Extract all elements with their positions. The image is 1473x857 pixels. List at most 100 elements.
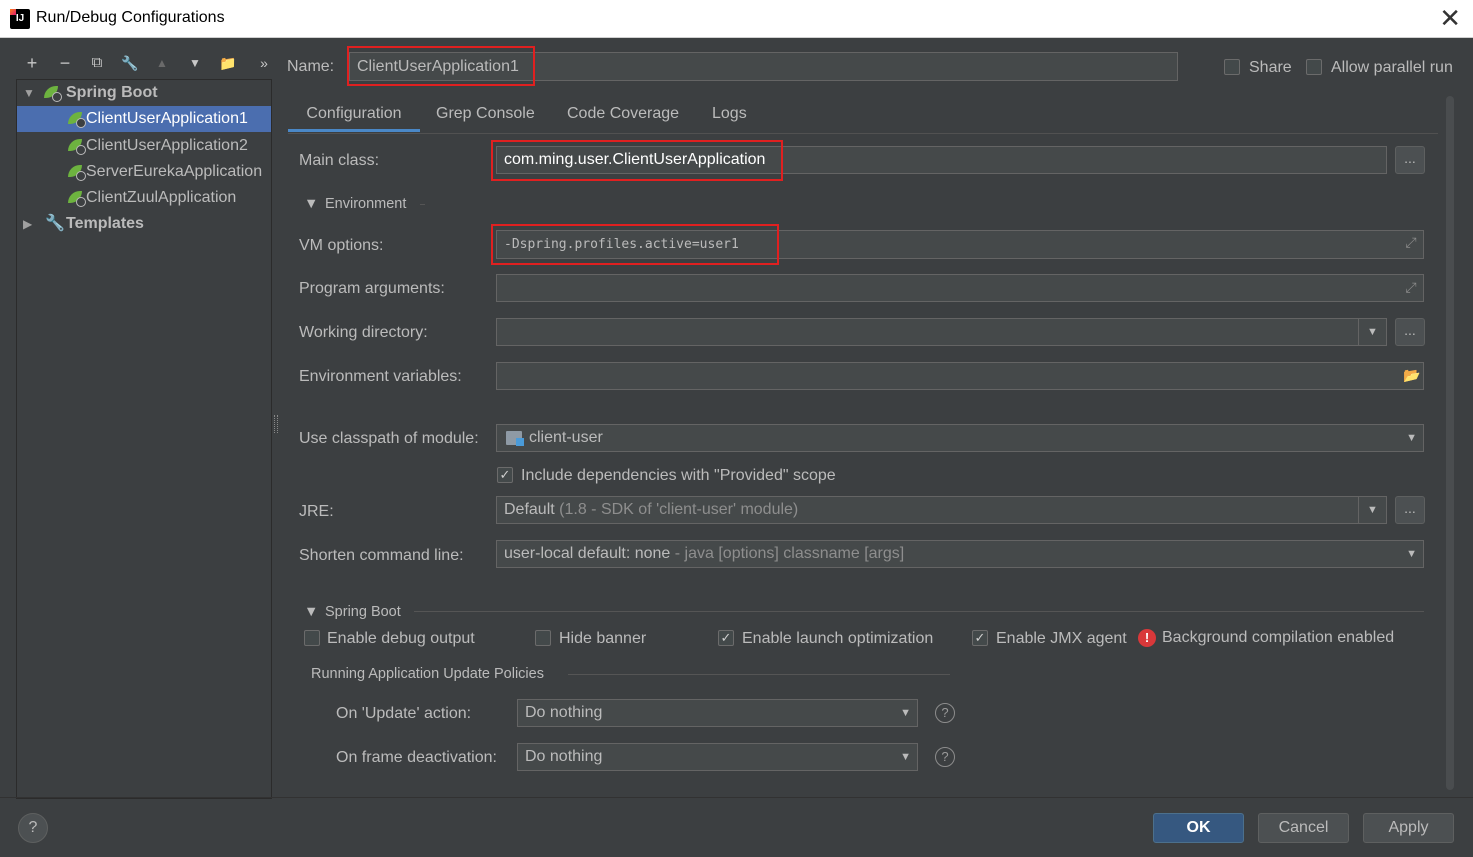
working-directory-input[interactable]: ▼ <box>496 318 1387 346</box>
help-button[interactable]: ? <box>18 813 48 843</box>
tab-code-coverage[interactable]: Code Coverage <box>567 100 679 132</box>
more-actions-icon[interactable]: » <box>253 52 275 74</box>
working-directory-browse-button[interactable]: ... <box>1395 318 1425 346</box>
chevron-down-icon[interactable]: ▼ <box>900 744 911 770</box>
move-up-icon[interactable]: ▲ <box>151 52 173 74</box>
spring-boot-collapse-icon[interactable]: ▼ <box>304 604 318 620</box>
tree-group-templates[interactable]: ▶ 🔧 Templates <box>17 211 271 237</box>
tree-item-label: ServerEurekaApplication <box>86 163 263 180</box>
enable-jmx-agent-label: Enable JMX agent <box>996 630 1127 647</box>
add-configuration-button[interactable]: + <box>21 52 43 74</box>
expand-icon[interactable]: ⤢ <box>1403 235 1419 251</box>
hide-banner-checkbox[interactable] <box>535 630 551 646</box>
folder-open-icon[interactable]: 📂 <box>1403 367 1420 383</box>
spring-boot-app-icon <box>67 138 86 155</box>
vm-options-value: -Dspring.profiles.active=user1 <box>504 237 739 252</box>
main-class-input[interactable]: com.ming.user.ClientUserApplication <box>496 146 1387 174</box>
on-frame-deactivation-label: On frame deactivation: <box>336 749 497 766</box>
chevron-down-icon[interactable]: ▼ <box>1406 425 1417 451</box>
copy-configuration-icon[interactable]: ⧉ <box>86 52 108 74</box>
on-update-action-value: Do nothing <box>525 704 603 721</box>
apply-button[interactable]: Apply <box>1363 813 1454 843</box>
background-compilation-label: Background compilation enabled <box>1162 629 1395 646</box>
spring-boot-icon <box>43 85 62 102</box>
spring-boot-app-icon <box>67 190 86 207</box>
window-title: Run/Debug Configurations <box>36 9 225 26</box>
jre-label: JRE: <box>299 503 334 520</box>
include-dependencies-label: Include dependencies with "Provided" sco… <box>521 467 836 484</box>
help-icon[interactable]: ? <box>935 703 955 723</box>
chevron-down-icon[interactable]: ▼ <box>1406 541 1417 567</box>
section-divider <box>420 204 425 205</box>
tree-item-clientuserapplication1[interactable]: ClientUserApplication1 <box>17 106 271 132</box>
spring-boot-section-title: Spring Boot <box>325 604 401 620</box>
on-update-action-label: On 'Update' action: <box>336 705 472 722</box>
cancel-button[interactable]: Cancel <box>1258 813 1349 843</box>
environment-section-title: Environment <box>325 196 407 212</box>
enable-jmx-agent-checkbox[interactable]: ✓ <box>972 630 988 646</box>
include-dependencies-checkbox[interactable]: ✓ <box>497 467 513 483</box>
tab-configuration[interactable]: Configuration <box>288 100 420 132</box>
tree-item-label: ClientUserApplication1 <box>86 110 248 127</box>
shorten-command-line-select[interactable]: user-local default: none - java [options… <box>496 540 1424 568</box>
tab-divider <box>288 133 1438 134</box>
splitter-handle[interactable] <box>274 415 278 433</box>
configuration-tree[interactable]: ▼ Spring Boot ClientUserApplication1 Cli… <box>16 79 272 799</box>
shorten-command-line-value: user-local default: none <box>504 545 671 562</box>
enable-launch-optimization-checkbox[interactable]: ✓ <box>718 630 734 646</box>
on-frame-deactivation-select[interactable]: Do nothing ▼ <box>517 743 918 771</box>
vm-options-input[interactable]: -Dspring.profiles.active=user1 ⤢ <box>496 230 1424 259</box>
working-directory-label: Working directory: <box>299 324 428 341</box>
wrench-icon: 🔧 <box>45 215 65 232</box>
chevron-down-icon[interactable]: ▼ <box>900 700 911 726</box>
chevron-down-icon[interactable]: ▼ <box>1358 319 1386 345</box>
main-class-label: Main class: <box>299 152 380 169</box>
share-checkbox[interactable] <box>1224 59 1240 75</box>
environment-variables-input[interactable]: 📂 <box>496 362 1424 390</box>
tree-item-clientzuulapplication[interactable]: ClientZuulApplication <box>17 185 271 211</box>
classpath-module-label: Use classpath of module: <box>299 430 479 447</box>
share-label: Share <box>1249 59 1292 76</box>
tree-item-clientuserapplication2[interactable]: ClientUserApplication2 <box>17 133 271 159</box>
chevron-down-icon[interactable]: ▼ <box>1358 497 1386 523</box>
program-arguments-label: Program arguments: <box>299 280 445 297</box>
title-bar: IJ Run/Debug Configurations ✕ <box>0 0 1473 38</box>
enable-debug-output-checkbox[interactable] <box>304 630 320 646</box>
classpath-module-select[interactable]: client-user ▼ <box>496 424 1424 452</box>
main-class-browse-button[interactable]: ... <box>1395 146 1425 174</box>
environment-collapse-icon[interactable]: ▼ <box>304 196 318 212</box>
jre-select[interactable]: Default (1.8 - SDK of 'client-user' modu… <box>496 496 1387 524</box>
expanded-arrow-icon[interactable]: ▼ <box>23 80 35 106</box>
create-folder-icon[interactable]: 📁 <box>217 52 239 74</box>
module-badge-icon <box>516 438 524 446</box>
shorten-command-line-detail: - java [options] classname [args] <box>674 545 905 562</box>
name-label: Name: <box>287 58 335 75</box>
section-divider <box>414 611 1424 612</box>
ok-button[interactable]: OK <box>1153 813 1244 843</box>
tree-group-spring-boot[interactable]: ▼ Spring Boot <box>17 80 271 106</box>
vertical-scrollbar[interactable] <box>1446 96 1454 790</box>
collapsed-arrow-icon[interactable]: ▶ <box>23 211 32 237</box>
edit-defaults-wrench-icon[interactable]: 🔧 <box>119 52 141 74</box>
tab-grep-console[interactable]: Grep Console <box>436 100 535 132</box>
expand-icon[interactable]: ⤢ <box>1403 279 1419 295</box>
close-icon[interactable]: ✕ <box>1439 5 1461 31</box>
move-down-icon[interactable]: ▼ <box>184 52 206 74</box>
remove-configuration-button[interactable]: − <box>54 52 76 74</box>
on-update-action-select[interactable]: Do nothing ▼ <box>517 699 918 727</box>
jre-value: Default <box>504 501 555 518</box>
help-icon[interactable]: ? <box>935 747 955 767</box>
allow-parallel-run-checkbox[interactable] <box>1306 59 1322 75</box>
tree-item-label: ClientZuulApplication <box>86 189 237 206</box>
tab-logs[interactable]: Logs <box>712 100 747 132</box>
classpath-module-value: client-user <box>529 429 603 446</box>
tree-item-servereurekaapplication[interactable]: ServerEurekaApplication <box>17 159 271 185</box>
program-arguments-input[interactable]: ⤢ <box>496 274 1424 302</box>
section-divider <box>568 674 950 675</box>
jre-browse-button[interactable]: ... <box>1395 496 1425 524</box>
name-input[interactable]: ClientUserApplication1 <box>349 52 1178 81</box>
intellij-app-icon: IJ <box>10 9 30 29</box>
enable-launch-optimization-label: Enable launch optimization <box>742 630 934 647</box>
spring-boot-app-icon <box>67 164 86 181</box>
shorten-command-line-label: Shorten command line: <box>299 547 464 564</box>
